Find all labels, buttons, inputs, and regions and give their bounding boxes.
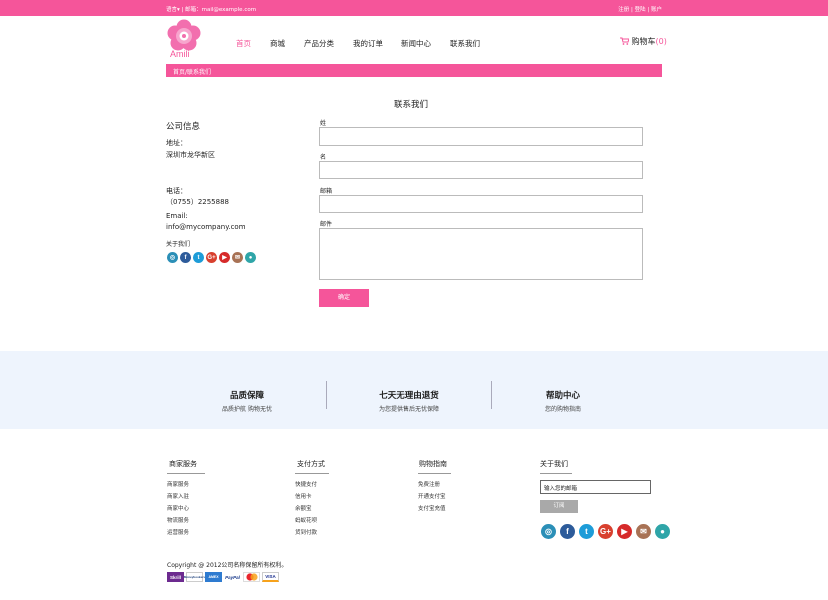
moneybookers-logo: Moneybookers [184, 572, 205, 582]
footer-link[interactable]: 物流服务 [167, 516, 189, 524]
google-plus-icon[interactable]: G+ [206, 252, 217, 263]
message-label: 邮件 [320, 221, 333, 228]
feature-desc: 您的购物指南 [544, 406, 581, 413]
nav-my-orders[interactable]: 我的订单 [353, 38, 383, 49]
mastercard-logo [243, 572, 260, 582]
feature-title: 帮助中心 [545, 391, 580, 401]
footer-link[interactable]: 商家服务 [167, 480, 189, 488]
cart-link[interactable]: 购物车(0) [620, 36, 667, 47]
footer-guide-title: 购物指南 [418, 459, 451, 474]
footer-link[interactable]: 商家中心 [167, 504, 189, 512]
facebook-icon[interactable]: f [180, 252, 191, 263]
about-us-label: 关于我们 [166, 241, 191, 248]
location-icon[interactable]: ● [245, 252, 256, 263]
feature-title: 七天无理由退货 [379, 391, 439, 401]
paypal-logo: PayPal [224, 572, 241, 582]
email-field-label: 邮箱 [320, 188, 333, 195]
top-bar: 语言▾ | 邮箱：mail@example.com 注册 | 登陆 | 账户 [0, 0, 828, 16]
amex-logo: AMEX [205, 572, 222, 582]
email-label: Email: [166, 212, 188, 220]
language-email-info[interactable]: 语言▾ | 邮箱：mail@example.com [166, 5, 256, 13]
mail-icon[interactable]: ✉ [636, 524, 651, 539]
email-value: info@mycompany.com [166, 223, 246, 231]
last-name-label: 姓 [320, 120, 327, 127]
footer-link[interactable]: 货到付款 [295, 528, 317, 536]
feature-desc: 为您提供售后无忧保障 [378, 406, 439, 413]
nav-mall[interactable]: 商城 [270, 38, 285, 49]
email-input[interactable] [319, 195, 643, 213]
last-name-input[interactable] [319, 127, 643, 146]
subscribe-button[interactable]: 订阅 [540, 500, 578, 513]
feature-help: 帮助中心 您的购物指南 [483, 389, 643, 413]
features-band: 品质保障 品质护航 购物无忧 七天无理由退货 为您提供售后无忧保障 帮助中心 您… [0, 351, 828, 429]
footer-link[interactable]: 支付宝充值 [418, 504, 446, 512]
copyright-text: Copyright @ 2012公司名称保留所有权利。 [167, 562, 288, 569]
nav-news-center[interactable]: 新闻中心 [401, 38, 431, 49]
facebook-icon[interactable]: f [560, 524, 575, 539]
footer-link[interactable]: 运营服务 [167, 528, 189, 536]
logo-text: Amili [170, 49, 190, 59]
divider [326, 381, 327, 409]
social-links-small: ◎ f t G+ ▶ ✉ ● [167, 252, 256, 263]
footer-link[interactable]: 信用卡 [295, 492, 312, 500]
subscribe-email-input[interactable]: 输入您的邮箱 [540, 480, 651, 494]
feature-title: 品质保障 [229, 391, 264, 401]
location-icon[interactable]: ● [655, 524, 670, 539]
twitter-icon[interactable]: t [579, 524, 594, 539]
page-title: 联系我们 [394, 100, 429, 110]
youtube-icon[interactable]: ▶ [617, 524, 632, 539]
feature-returns: 七天无理由退货 为您提供售后无忧保障 [329, 389, 489, 413]
first-name-input[interactable] [319, 161, 643, 179]
submit-button[interactable]: 确定 [319, 289, 369, 307]
message-textarea[interactable] [319, 228, 643, 280]
nav-home[interactable]: 首页 [236, 38, 251, 49]
cart-icon [620, 37, 630, 45]
footer-payment-title: 支付方式 [295, 459, 329, 474]
visa-logo: VISA [262, 572, 279, 582]
address-value: 深圳市龙华新区 [166, 151, 215, 159]
youtube-icon[interactable]: ▶ [219, 252, 230, 263]
nav-product-categories[interactable]: 产品分类 [304, 38, 334, 49]
breadcrumb[interactable]: 首页/联系我们 [166, 64, 662, 77]
footer-link[interactable]: 蚂蚁花呗 [295, 516, 317, 524]
nav-contact-us[interactable]: 联系我们 [450, 38, 480, 49]
footer-merchant-title: 商家服务 [167, 459, 205, 474]
instagram-icon[interactable]: ◎ [541, 524, 556, 539]
google-plus-icon[interactable]: G+ [598, 524, 613, 539]
footer-link[interactable]: 开通支付宝 [418, 492, 446, 500]
footer-about-title: 关于我们 [540, 459, 572, 474]
skrill-logo: Skrill [167, 572, 184, 582]
twitter-icon[interactable]: t [193, 252, 204, 263]
mail-icon[interactable]: ✉ [232, 252, 243, 263]
phone-value: （0755）2255888 [166, 198, 229, 206]
footer-link[interactable]: 免费注册 [418, 480, 440, 488]
feature-quality: 品质保障 品质护航 购物无忧 [167, 389, 327, 413]
cart-label: 购物车 [631, 37, 656, 46]
footer-link[interactable]: 余额宝 [295, 504, 312, 512]
cart-count: (0) [655, 37, 667, 46]
first-name-label: 名 [320, 154, 327, 161]
footer-link[interactable]: 商家入驻 [167, 492, 189, 500]
feature-desc: 品质护航 购物无忧 [222, 406, 272, 413]
company-info-title: 公司信息 [166, 122, 201, 132]
instagram-icon[interactable]: ◎ [167, 252, 178, 263]
address-label: 地址： [166, 139, 187, 147]
account-links[interactable]: 注册 | 登陆 | 账户 [618, 5, 662, 13]
phone-label: 电话： [166, 187, 187, 195]
social-links-footer: ◎ f t G+ ▶ ✉ ● [541, 524, 670, 539]
footer-link[interactable]: 快捷支付 [295, 480, 317, 488]
